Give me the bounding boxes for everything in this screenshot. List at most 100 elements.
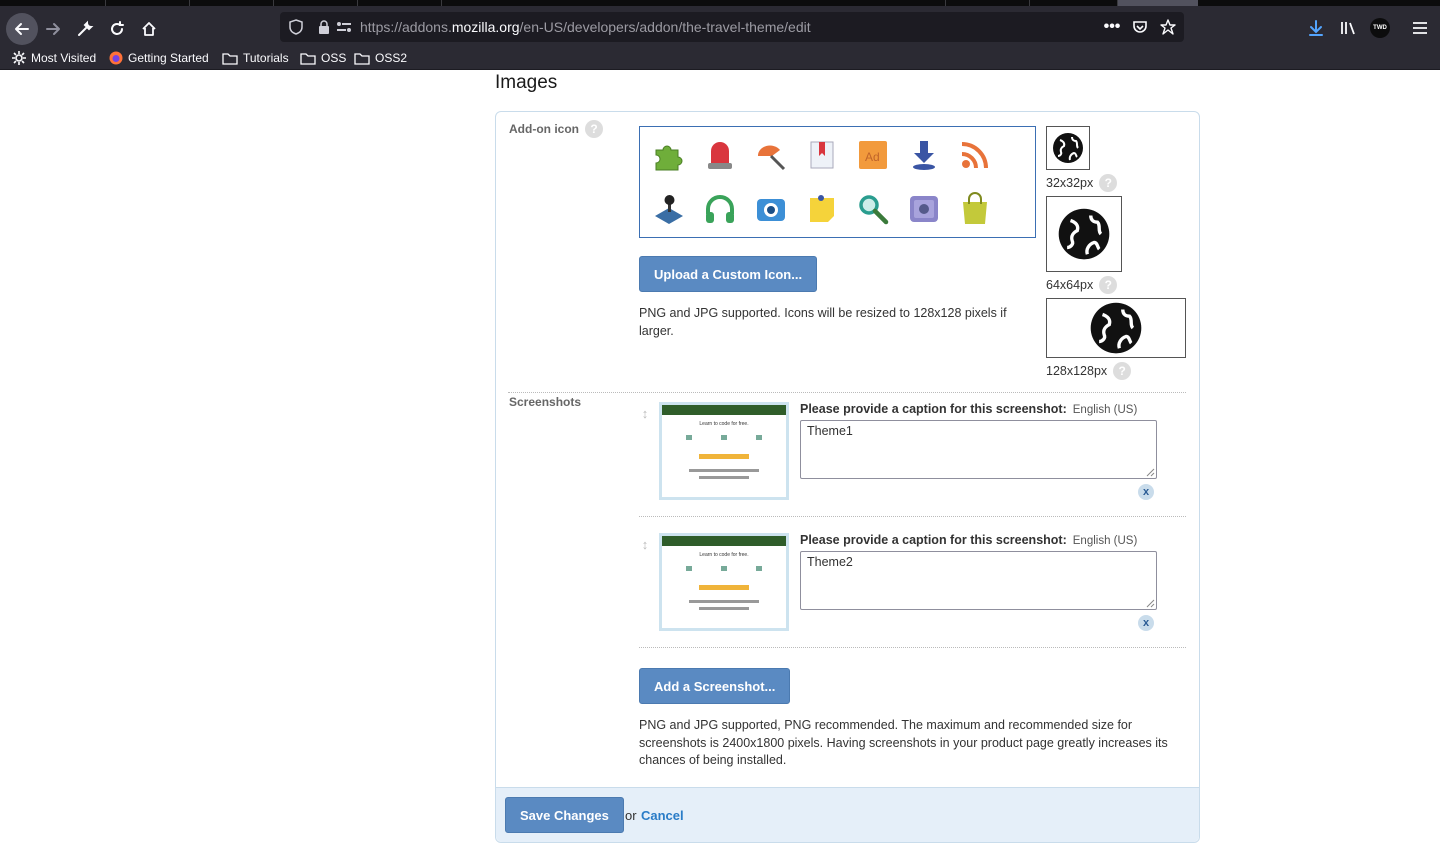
bookmark-oss[interactable]: OSS	[300, 49, 346, 67]
library-button[interactable]	[1337, 17, 1359, 39]
puzzle-icon[interactable]	[652, 138, 686, 172]
page-actions-icon[interactable]: •••	[1104, 18, 1121, 35]
resize-handle-icon[interactable]	[1145, 598, 1155, 608]
bookmark-oss2[interactable]: OSS2	[354, 49, 407, 67]
wrench-icon	[78, 20, 94, 36]
section-title: Images	[495, 72, 558, 93]
help-icon[interactable]: ?	[1113, 362, 1132, 380]
bookmark-tutorials[interactable]: Tutorials	[222, 49, 289, 67]
home-icon	[142, 22, 156, 36]
or-text: or	[625, 808, 637, 823]
addon-icon-label-text: Add-on icon	[509, 122, 579, 136]
pocket-icon[interactable]	[1132, 19, 1148, 35]
downloads-button[interactable]	[1305, 17, 1327, 39]
firefox-icon	[109, 51, 123, 65]
bookmark-label: Getting Started	[128, 51, 209, 65]
help-icon[interactable]: ?	[1099, 276, 1118, 294]
home-button[interactable]	[135, 15, 163, 43]
delete-screenshot-button[interactable]: x	[1138, 484, 1154, 500]
size-32-label-text: 32x32px	[1046, 176, 1094, 190]
paint-brush-icon[interactable]	[754, 138, 788, 172]
camera-icon[interactable]	[754, 192, 788, 226]
account-button[interactable]: TWD	[1369, 17, 1391, 39]
forward-arrow-icon	[46, 23, 60, 35]
avatar: TWD	[1370, 18, 1390, 38]
screenshot-item: ↕ Learn to code for free. Please provide…	[639, 402, 1186, 514]
thumb-footer-line	[699, 607, 749, 610]
screenshot-divider	[639, 647, 1186, 648]
size-64-label: 64x64px ?	[1046, 276, 1118, 294]
add-screenshot-button[interactable]: Add a Screenshot...	[639, 668, 791, 704]
forward-button[interactable]	[39, 15, 67, 43]
locale-label: English (US)	[1072, 404, 1138, 416]
headphones-icon[interactable]	[703, 192, 737, 226]
dictionary-icon[interactable]: Ad	[856, 138, 890, 172]
permissions-icon[interactable]	[336, 19, 352, 35]
wrench-button[interactable]	[71, 15, 99, 43]
thumb-heading: Learn to code for free.	[699, 421, 749, 427]
hamburger-icon	[1413, 22, 1427, 34]
shield-icon[interactable]	[288, 19, 304, 35]
icon-picker: Ad	[639, 126, 1036, 238]
upload-custom-icon-button[interactable]: Upload a Custom Icon...	[639, 256, 818, 292]
address-bar[interactable]: https://addons.mozilla.org/en-US/develop…	[280, 12, 1184, 42]
resize-handle-icon[interactable]	[1145, 467, 1155, 477]
globe-icon	[1053, 133, 1083, 163]
screenshot-thumbnail[interactable]: Learn to code for free.	[659, 533, 789, 631]
reload-button[interactable]	[103, 15, 131, 43]
url-text[interactable]: https://addons.mozilla.org/en-US/develop…	[360, 19, 811, 35]
size-32-label: 32x32px ?	[1046, 174, 1118, 192]
thumb-features	[672, 566, 776, 571]
rss-icon[interactable]	[958, 138, 992, 172]
bookmark-icon[interactable]	[805, 138, 839, 172]
screenshots-label: Screenshots	[509, 395, 582, 409]
section-divider	[508, 392, 1186, 393]
alarm-icon[interactable]	[703, 138, 737, 172]
thumb-feature-icon	[720, 435, 727, 440]
thumb-header	[662, 536, 786, 546]
sticky-note-icon[interactable]	[805, 192, 839, 226]
bookmark-getting-started[interactable]: Getting Started	[109, 49, 209, 67]
thumb-footer-line	[689, 469, 759, 472]
lock-icon[interactable]	[316, 19, 332, 35]
caption-textarea[interactable]: Theme1	[800, 420, 1157, 479]
bookmark-star-icon[interactable]	[1160, 19, 1176, 35]
thumb-feature-icon	[686, 435, 693, 440]
back-button[interactable]	[6, 13, 38, 45]
caption-label: Please provide a caption for this screen…	[800, 402, 1137, 416]
save-changes-button[interactable]: Save Changes	[505, 797, 624, 833]
screenshot-thumbnail[interactable]: Learn to code for free.	[659, 402, 789, 500]
reload-icon	[111, 21, 124, 35]
bookmark-most-visited[interactable]: Most Visited	[12, 49, 96, 67]
size-128-label-text: 128x128px	[1046, 364, 1108, 378]
delete-screenshot-button[interactable]: x	[1138, 615, 1154, 631]
bookmarks-toolbar: Most Visited Getting Started Tutorials O…	[0, 46, 1440, 70]
caption-prompt: Please provide a caption for this screen…	[800, 533, 1067, 547]
shopping-bag-icon[interactable]	[958, 192, 992, 226]
bookmark-label: OSS	[321, 51, 347, 65]
caption-textarea[interactable]: Theme2	[800, 551, 1157, 610]
thumb-cta	[699, 454, 749, 459]
size-128-label: 128x128px ?	[1046, 362, 1132, 380]
safe-icon[interactable]	[907, 192, 941, 226]
magnifier-icon[interactable]	[856, 192, 890, 226]
back-arrow-icon	[15, 23, 29, 35]
caption-prompt: Please provide a caption for this screen…	[800, 402, 1067, 416]
thumb-feature-icon	[686, 566, 693, 571]
joystick-icon[interactable]	[652, 192, 686, 226]
help-icon[interactable]: ?	[1099, 174, 1118, 192]
size-64-label-text: 64x64px	[1046, 278, 1094, 292]
caption-text: Theme2	[807, 555, 853, 569]
download-icon[interactable]	[907, 138, 941, 172]
thumb-footer-line	[689, 600, 759, 603]
bookmark-label: Tutorials	[243, 51, 289, 65]
help-icon[interactable]: ?	[584, 120, 603, 138]
thumb-header	[662, 405, 786, 415]
cancel-link[interactable]: Cancel	[641, 808, 684, 823]
drag-handle-icon[interactable]: ↕	[639, 406, 651, 422]
preview-64	[1046, 196, 1122, 272]
folder-icon	[222, 52, 238, 65]
drag-handle-icon[interactable]: ↕	[639, 537, 651, 553]
thumb-cta	[699, 585, 749, 590]
menu-button[interactable]	[1409, 17, 1431, 39]
